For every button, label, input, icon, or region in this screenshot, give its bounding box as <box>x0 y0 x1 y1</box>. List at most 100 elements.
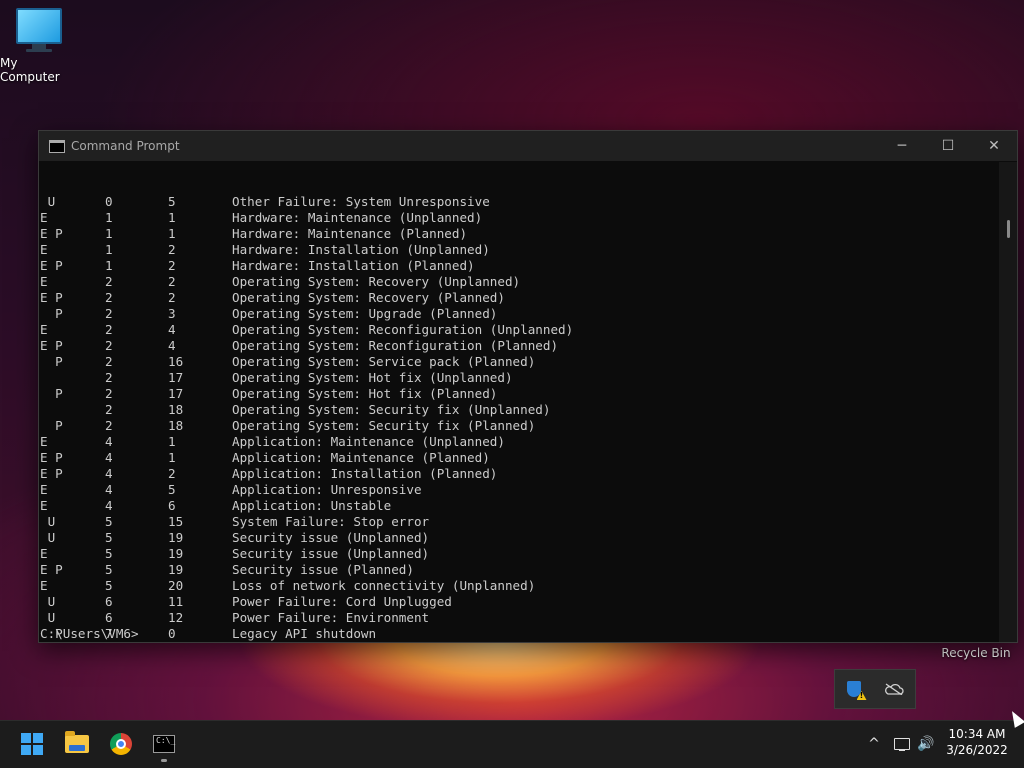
desktop-icon-my-computer[interactable]: My Computer <box>0 8 78 84</box>
description-cell: Operating System: Hot fix (Planned) <box>232 386 498 401</box>
flags-cell: E <box>40 546 48 561</box>
clock-time: 10:34 AM <box>948 727 1006 741</box>
description-cell: Legacy API shutdown <box>232 626 377 641</box>
desktop-icon-recycle-bin[interactable]: Recycle Bin <box>940 646 1012 660</box>
file-explorer-button[interactable] <box>61 728 93 760</box>
description-cell: Security issue (Unplanned) <box>232 546 430 561</box>
console-row: E P 1 1 Hardware: Maintenance (Planned) <box>40 226 999 242</box>
description-cell: Application: Unresponsive <box>232 482 422 497</box>
vertical-scrollbar[interactable] <box>999 162 1017 642</box>
minor-cell: 20 <box>168 578 184 593</box>
description-cell: Operating System: Upgrade (Planned) <box>232 306 498 321</box>
folder-icon <box>65 731 89 753</box>
flags-cell: E <box>40 322 48 337</box>
major-cell: 2 <box>105 402 113 417</box>
description-cell: Loss of network connectivity (Unplanned) <box>232 578 536 593</box>
major-cell: 2 <box>105 274 113 289</box>
clock-date: 3/26/2022 <box>946 743 1008 757</box>
description-cell: Other Failure: System Unresponsive <box>232 194 490 209</box>
volume-button[interactable]: 🔊 <box>916 720 936 768</box>
taskbar-clock[interactable]: 10:34 AM 3/26/2022 <box>942 726 1012 758</box>
minimize-button[interactable]: ─ <box>879 131 925 161</box>
minor-cell: 17 <box>168 370 184 385</box>
description-cell: System Failure: Stop error <box>232 514 430 529</box>
major-cell: 5 <box>105 546 113 561</box>
flags-cell: E P <box>40 562 63 577</box>
minor-cell: 6 <box>168 498 176 513</box>
console-row: E 1 2 Hardware: Installation (Unplanned) <box>40 242 999 258</box>
flags-cell: P <box>40 386 63 401</box>
minor-cell: 1 <box>168 226 176 241</box>
console-row: E P 4 2 Application: Installation (Planned) <box>40 466 999 482</box>
description-cell: Operating System: Reconfiguration (Plann… <box>232 338 559 353</box>
description-cell: Application: Installation (Planned) <box>232 466 498 481</box>
major-cell: 2 <box>105 354 113 369</box>
description-cell: Operating System: Recovery (Unplanned) <box>232 274 521 289</box>
console-row: U 5 19 Security issue (Unplanned) <box>40 530 999 546</box>
command-prompt-window[interactable]: Command Prompt ─ ☐ ✕ U 0 5 Other Failure: S… <box>38 130 1018 643</box>
description-cell: Application: Unstable <box>232 498 392 513</box>
maximize-button[interactable]: ☐ <box>925 131 971 161</box>
flags-cell: E <box>40 242 48 257</box>
console-row: P 2 18 Operating System: Security fix (Plan… <box>40 418 999 434</box>
flags-cell: E <box>40 498 48 513</box>
console-row: P 2 3 Operating System: Upgrade (Planned) <box>40 306 999 322</box>
console-row: E 4 1 Application: Maintenance (Unplanned) <box>40 434 999 450</box>
network-button[interactable] <box>892 720 912 768</box>
minor-cell: 2 <box>168 242 176 257</box>
onedrive-offline-icon[interactable] <box>884 683 904 695</box>
command-prompt-line[interactable]: C:\Users\VM6> <box>40 626 139 642</box>
command-prompt-taskbar-button[interactable]: C:\_ <box>148 728 180 760</box>
major-cell: 4 <box>105 498 113 513</box>
console-row: E 2 4 Operating System: Reconfiguration (Un… <box>40 322 999 338</box>
start-button[interactable] <box>16 728 48 760</box>
console-row: 2 17 Operating System: Hot fix (Unplanned) <box>40 370 999 386</box>
major-cell: 1 <box>105 226 113 241</box>
minor-cell: 5 <box>168 482 176 497</box>
description-cell: Hardware: Installation (Planned) <box>232 258 475 273</box>
description-cell: Operating System: Reconfiguration (Unpla… <box>232 322 574 337</box>
major-cell: 2 <box>105 418 113 433</box>
console-row: E 1 1 Hardware: Maintenance (Unplanned) <box>40 210 999 226</box>
show-hidden-icons-button[interactable]: ^ <box>864 720 884 768</box>
description-cell: Power Failure: Cord Unplugged <box>232 594 452 609</box>
major-cell: 4 <box>105 482 113 497</box>
window-controls: ─ ☐ ✕ <box>879 131 1017 161</box>
flags-cell: E P <box>40 338 63 353</box>
window-title: Command Prompt <box>71 139 180 153</box>
console-row: 2 18 Operating System: Security fix (Unpla… <box>40 402 999 418</box>
flags-cell: U <box>40 610 56 625</box>
network-icon <box>894 738 910 751</box>
security-warning-icon[interactable] <box>846 681 861 697</box>
description-cell: Security issue (Unplanned) <box>232 530 430 545</box>
major-cell: 2 <box>105 338 113 353</box>
description-cell: Operating System: Security fix (Planned) <box>232 418 536 433</box>
description-cell: Hardware: Maintenance (Planned) <box>232 226 468 241</box>
minor-cell: 1 <box>168 450 176 465</box>
flags-cell: U <box>40 530 56 545</box>
description-cell: Operating System: Security fix (Unplanne… <box>232 402 551 417</box>
major-cell: 2 <box>105 306 113 321</box>
major-cell: 2 <box>105 322 113 337</box>
console-output[interactable]: U 0 5 Other Failure: System Unresponsive E 1 1… <box>39 162 999 642</box>
console-row: E P 2 2 Operating System: Recovery (Planned… <box>40 290 999 306</box>
console-row: E 4 5 Application: Unresponsive <box>40 482 999 498</box>
window-titlebar[interactable]: Command Prompt ─ ☐ ✕ <box>39 131 1017 161</box>
description-cell: Operating System: Hot fix (Unplanned) <box>232 370 513 385</box>
minor-cell: 2 <box>168 258 176 273</box>
minor-cell: 5 <box>168 194 176 209</box>
flags-cell: P <box>40 418 63 433</box>
active-app-indicator <box>161 759 167 762</box>
minor-cell: 18 <box>168 402 184 417</box>
description-cell: Hardware: Installation (Unplanned) <box>232 242 490 257</box>
minor-cell: 16 <box>168 354 184 369</box>
major-cell: 2 <box>105 386 113 401</box>
windows-logo-icon <box>21 733 43 755</box>
description-cell: Operating System: Service pack (Planned) <box>232 354 536 369</box>
flags-cell: E <box>40 434 48 449</box>
chrome-button[interactable] <box>105 728 137 760</box>
major-cell: 0 <box>105 194 113 209</box>
major-cell: 4 <box>105 466 113 481</box>
scrollbar-thumb[interactable] <box>1007 220 1010 238</box>
close-button[interactable]: ✕ <box>971 131 1017 161</box>
